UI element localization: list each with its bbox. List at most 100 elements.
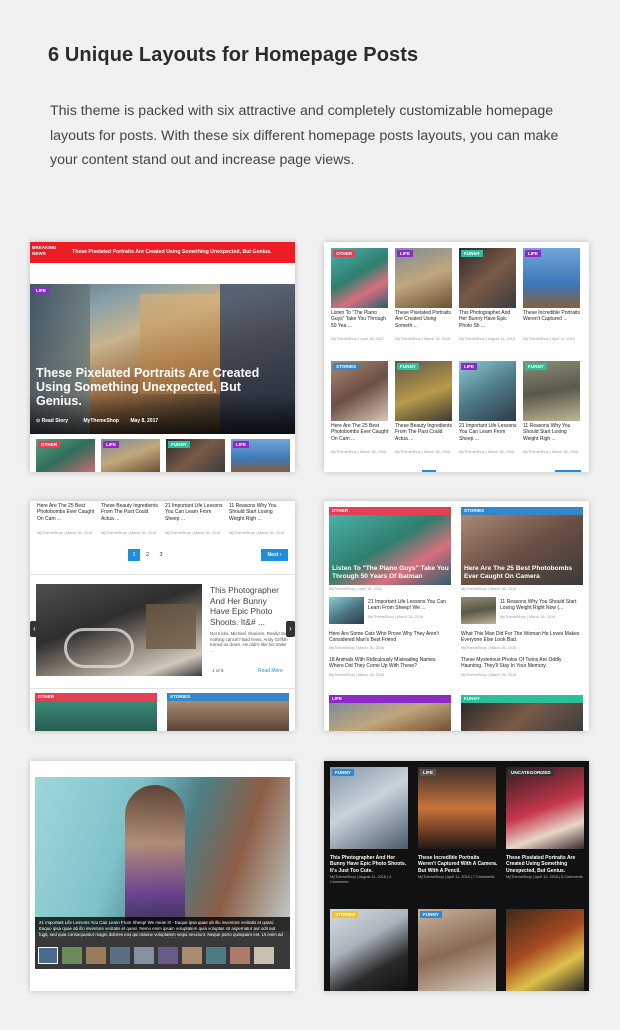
hero-title[interactable]: These Pixelated Portraits Are Created Us…	[36, 366, 286, 408]
dark-category-badge[interactable]: LIFE	[420, 769, 436, 776]
grid-post-title[interactable]: Here Are The 25 Best Photobombs Ever Cau…	[331, 423, 389, 442]
list-post-title[interactable]: Here Are Some Cats Who Prove Why They Ar…	[329, 631, 447, 644]
grid-post-title[interactable]: These Pixelated Portraits Are Created Us…	[395, 310, 453, 329]
category-label[interactable]: OTHER	[332, 508, 348, 513]
dark-post-thumb[interactable]	[418, 909, 496, 991]
grid-post-title[interactable]: Listen To "The Piano Guys" Take You Thro…	[331, 310, 389, 329]
list-post-title[interactable]: 21 Important Life Lessons You Can Learn …	[165, 503, 223, 522]
strip-category-badge[interactable]: OTHER	[38, 441, 61, 448]
category-thumb[interactable]	[329, 703, 451, 731]
grid-post-title[interactable]: These Incredible Portraits Weren't Captu…	[523, 310, 581, 323]
gallery-main-image[interactable]	[35, 777, 290, 931]
grid-category-badge[interactable]: LIFE	[397, 250, 413, 257]
grid-thumb[interactable]	[459, 248, 516, 308]
page-3-button[interactable]: 3	[155, 552, 167, 558]
grid-thumb[interactable]	[395, 248, 452, 308]
category-thumb[interactable]	[461, 703, 583, 731]
ticker-text[interactable]: These Pixelated Portraits Are Created Us…	[72, 249, 294, 255]
grid-post-title[interactable]: 11 Reasons Why You Should Start Losing W…	[523, 423, 581, 442]
dark-post-thumb[interactable]	[330, 909, 408, 991]
gallery-thumb[interactable]	[86, 947, 106, 964]
layout-2-preview[interactable]: OTHER Listen To "The Piano Guys" Take Yo…	[324, 242, 589, 472]
dark-post-thumb[interactable]	[418, 767, 496, 849]
gallery-thumb[interactable]	[158, 947, 178, 964]
layout-5-preview[interactable]: 21 Important Life Lessons You Can Learn …	[30, 761, 295, 991]
gallery-thumb[interactable]	[254, 947, 274, 964]
gallery-thumb[interactable]	[134, 947, 154, 964]
grid-post-title[interactable]: This Photographer And Her Bunny Have Epi…	[459, 310, 517, 329]
slider-next-arrow[interactable]: ›	[286, 621, 295, 637]
dark-post-title[interactable]: These Incredible Portraits Weren't Captu…	[418, 855, 498, 874]
grid-post-title[interactable]: 21 Important Life Lessons You Can Learn …	[459, 423, 517, 442]
dark-category-badge[interactable]: FUNNY	[332, 769, 354, 776]
dark-category-badge[interactable]: UNCATEGORIZED	[508, 769, 554, 776]
side-thumb[interactable]	[329, 597, 364, 624]
grid-post-meta: MyThemeShop | March 26, 2016	[395, 450, 451, 454]
dark-category-badge[interactable]: STORIES	[332, 911, 359, 918]
feature-title[interactable]: Listen To "The Piano Guys" Take You Thro…	[332, 565, 450, 581]
list-post-title[interactable]: Here Are The 25 Best Photobombs Ever Cau…	[37, 503, 95, 522]
grid-thumb[interactable]	[331, 248, 388, 308]
layout-4-preview[interactable]: OTHER Listen To "The Piano Guys" Take Yo…	[324, 501, 589, 731]
category-label[interactable]: STORIES	[464, 508, 484, 513]
gallery-thumb[interactable]	[206, 947, 226, 964]
feature-title[interactable]: Here Are The 25 Best Photobombs Ever Cau…	[464, 565, 582, 581]
gallery-thumb[interactable]	[38, 947, 58, 964]
list-post-title[interactable]: What This Man Did For The Woman He Loves…	[461, 631, 581, 644]
list-post-title[interactable]: 11 Reasons Why You Should Start Losing W…	[229, 503, 287, 522]
slide-title[interactable]: This Photographer And Her Bunny Have Epi…	[210, 585, 288, 627]
category-thumb[interactable]	[167, 701, 289, 731]
list-post-title[interactable]: These Beauty Ingredients From The Past C…	[101, 503, 159, 522]
gallery-thumb[interactable]	[182, 947, 202, 964]
category-label[interactable]: FUNNY	[464, 696, 480, 701]
hero-image[interactable]	[30, 284, 295, 434]
hero-category-badge[interactable]: LIFE	[33, 287, 49, 294]
dark-category-badge[interactable]: FUNNY	[420, 911, 442, 918]
list-post-title[interactable]: These Mysterious Photos Of Twins Are Odd…	[461, 657, 581, 670]
category-label[interactable]: STORIES	[170, 694, 190, 699]
grid-category-badge[interactable]: LIFE	[525, 250, 541, 257]
category-label[interactable]: LIFE	[332, 696, 342, 701]
dark-post-thumb[interactable]	[506, 909, 584, 991]
gallery-thumb[interactable]	[230, 947, 250, 964]
dark-post-title[interactable]: This Photographer And Her Bunny Have Epi…	[330, 855, 410, 874]
layout-1-preview[interactable]: BREAKING NEWS These Pixelated Portraits …	[30, 242, 295, 472]
category-thumb[interactable]	[35, 701, 157, 731]
grid-category-badge[interactable]: FUNNY	[461, 250, 483, 257]
read-story-link[interactable]: Read Story	[42, 418, 68, 424]
read-more-link[interactable]: Read More	[258, 668, 283, 674]
scroll-indicator	[422, 470, 436, 472]
slider-prev-arrow[interactable]: ‹	[30, 621, 39, 637]
grid-category-badge[interactable]: FUNNY	[397, 363, 419, 370]
grid-thumb[interactable]	[331, 361, 388, 421]
grid-category-badge[interactable]: FUNNY	[525, 363, 547, 370]
strip-category-badge[interactable]: LIFE	[103, 441, 119, 448]
grid-category-badge[interactable]: STORIES	[333, 363, 360, 370]
side-thumb[interactable]	[461, 597, 496, 624]
side-post-title[interactable]: 21 Important Life Lessons You Can Learn …	[368, 599, 448, 612]
gallery-thumb[interactable]	[62, 947, 82, 964]
dark-post-thumb[interactable]	[330, 767, 408, 849]
grid-thumb[interactable]	[395, 361, 452, 421]
page-2-button[interactable]: 2	[142, 552, 154, 558]
grid-category-badge[interactable]: LIFE	[461, 363, 477, 370]
side-post-title[interactable]: 11 Reasons Why You Should Start Losing W…	[500, 599, 582, 612]
slide-image[interactable]	[36, 584, 202, 676]
strip-category-badge[interactable]: LIFE	[233, 441, 249, 448]
grid-category-badge[interactable]: OTHER	[333, 250, 356, 257]
page-1-button[interactable]: 1	[128, 549, 140, 561]
dark-post-thumb[interactable]	[506, 767, 584, 849]
grid-thumb[interactable]	[523, 361, 580, 421]
grid-post-title[interactable]: These Beauty Ingredients From The Past C…	[395, 423, 453, 442]
list-post-title[interactable]: 18 Animals With Ridiculously Misleading …	[329, 657, 447, 670]
grid-thumb[interactable]	[459, 361, 516, 421]
layout-3-preview[interactable]: Here Are The 25 Best Photobombs Ever Cau…	[30, 501, 295, 731]
layout-6-preview[interactable]: FUNNY This Photographer And Her Bunny Ha…	[324, 761, 589, 991]
strip-category-badge[interactable]: FUNNY	[168, 441, 190, 448]
next-page-button[interactable]: Next ›	[261, 549, 288, 561]
gallery-thumb[interactable]	[110, 947, 130, 964]
category-label[interactable]: OTHER	[38, 694, 54, 699]
dark-post-title[interactable]: These Pixelated Portraits Are Created Us…	[506, 855, 586, 874]
grid-thumb[interactable]	[523, 248, 580, 308]
gallery-caption-text[interactable]: 21 Important Life Lessons You Can Learn …	[39, 920, 285, 938]
